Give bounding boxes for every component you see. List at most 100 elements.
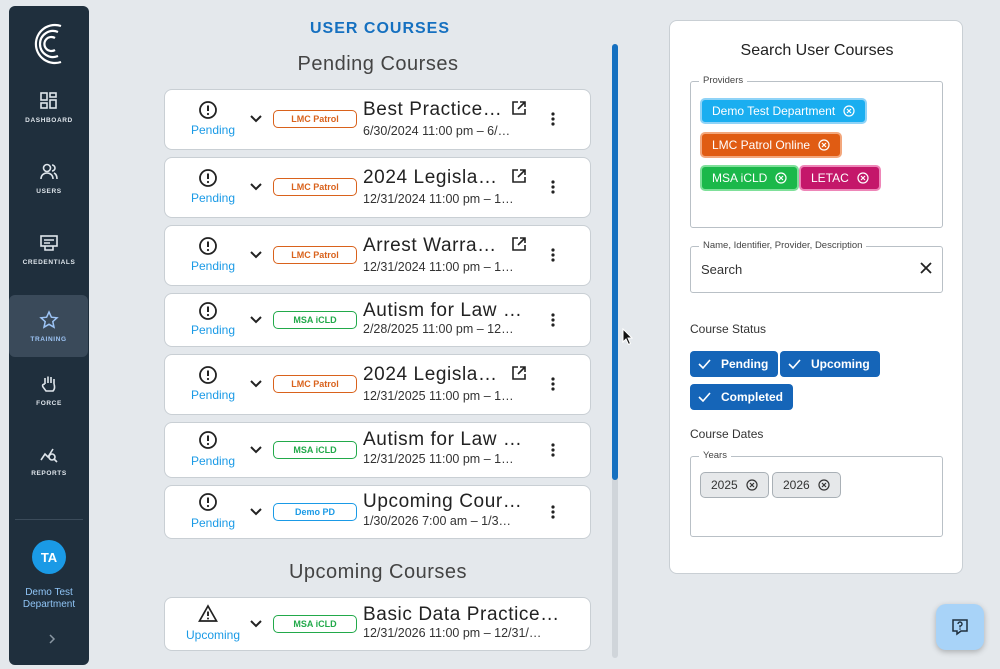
scrollbar-thumb[interactable] xyxy=(612,44,618,480)
pending-courses-heading: Pending Courses xyxy=(297,53,459,75)
years-label: Years xyxy=(699,450,731,461)
nav-training[interactable]: TRAINING xyxy=(9,295,88,357)
course-dates: 6/30/2024 11:00 pm – 6/… xyxy=(363,124,511,138)
course-card[interactable]: Pending LMC Patrol Arrest Warra… 12/31/2… xyxy=(164,225,591,286)
nav-reports-label: REPORTS xyxy=(31,469,67,477)
more-options-icon[interactable] xyxy=(545,111,561,127)
course-title[interactable]: Arrest Warra… xyxy=(363,235,505,257)
chevron-down-icon[interactable] xyxy=(249,182,263,192)
more-options-icon[interactable] xyxy=(545,179,561,195)
open-external-icon[interactable] xyxy=(511,168,527,184)
open-external-icon[interactable] xyxy=(511,100,527,116)
open-external-icon[interactable] xyxy=(511,365,527,381)
provider-chip-label: MSA iCLD xyxy=(712,171,768,185)
course-dates: 2/28/2025 11:00 pm – 12… xyxy=(363,322,514,336)
course-status-label: Course Status xyxy=(690,322,767,336)
help-icon xyxy=(952,619,968,636)
provider-chip-label: LMC Patrol Online xyxy=(712,138,811,152)
course-dates-label: Course Dates xyxy=(690,427,764,441)
course-title[interactable]: Autism for Law … xyxy=(363,429,561,451)
remove-circle-icon[interactable] xyxy=(843,105,855,117)
alert-circle-icon xyxy=(199,101,217,119)
providers-field[interactable]: Providers Demo Test Department LMC Patro… xyxy=(690,75,943,228)
chevron-down-icon[interactable] xyxy=(249,250,263,260)
course-status: Pending xyxy=(190,259,236,273)
nav-users-label: USERS xyxy=(36,187,62,195)
alert-circle-icon xyxy=(199,493,217,511)
chevron-down-icon[interactable] xyxy=(249,114,263,124)
chevron-down-icon[interactable] xyxy=(249,619,263,629)
course-status: Pending xyxy=(190,516,236,530)
course-title[interactable]: 2024 Legisla… xyxy=(363,167,505,189)
open-external-icon[interactable] xyxy=(511,236,527,252)
nav-dashboard[interactable]: DASHBOARD xyxy=(9,76,89,138)
alert-circle-icon xyxy=(199,237,217,255)
remove-circle-icon[interactable] xyxy=(746,479,758,491)
provider-badge: Demo PD xyxy=(273,503,357,521)
nav-users[interactable]: USERS xyxy=(9,147,89,209)
close-icon[interactable] xyxy=(919,261,933,275)
hand-icon xyxy=(41,376,56,392)
course-card[interactable]: Pending Demo PD Upcoming Cour… 1/30/2026… xyxy=(164,485,591,539)
sidebar: DASHBOARD USERS CREDENTIALS TRAINING FOR… xyxy=(9,6,89,665)
more-options-icon[interactable] xyxy=(545,442,561,458)
search-panel-title: Search User Courses xyxy=(740,42,894,59)
help-button[interactable] xyxy=(936,604,984,650)
course-card[interactable]: Upcoming MSA iCLD Basic Data Practice… 1… xyxy=(164,597,591,651)
nav-credentials-label: CREDENTIALS xyxy=(22,258,76,266)
course-dates: 12/31/2024 11:00 pm – 1… xyxy=(363,260,514,274)
course-title[interactable]: Upcoming Cour… xyxy=(363,491,561,513)
remove-circle-icon[interactable] xyxy=(818,479,830,491)
alert-circle-icon xyxy=(199,431,217,449)
search-placeholder: Search xyxy=(701,262,743,277)
more-options-icon[interactable] xyxy=(545,247,561,263)
more-options-icon[interactable] xyxy=(545,312,561,328)
course-card[interactable]: Pending LMC Patrol Best Practice… 6/30/2… xyxy=(164,89,591,150)
course-title[interactable]: Best Practice… xyxy=(363,99,505,121)
course-card[interactable]: Pending LMC Patrol 2024 Legisla… 12/31/2… xyxy=(164,157,591,218)
status-toggle-upcoming[interactable]: Upcoming xyxy=(780,351,880,377)
alert-circle-icon xyxy=(199,302,217,320)
course-title[interactable]: Autism for Law … xyxy=(363,300,561,322)
status-toggle-completed[interactable]: Completed xyxy=(690,384,794,410)
course-card[interactable]: Pending LMC Patrol 2024 Legisla… 12/31/2… xyxy=(164,354,591,415)
search-input[interactable]: Name, Identifier, Provider, Description … xyxy=(690,240,943,293)
provider-chip[interactable]: Demo Test Department xyxy=(700,98,868,124)
more-options-icon[interactable] xyxy=(545,376,561,392)
alert-circle-icon xyxy=(199,366,217,384)
chevron-down-icon[interactable] xyxy=(249,379,263,389)
nav-credentials[interactable]: CREDENTIALS xyxy=(9,218,89,280)
chevron-right-icon[interactable] xyxy=(47,633,57,645)
avatar[interactable]: TA xyxy=(32,540,66,574)
nav-force[interactable]: FORCE xyxy=(9,359,89,421)
provider-chip[interactable]: LETAC xyxy=(799,165,881,191)
chevron-down-icon[interactable] xyxy=(249,315,263,325)
remove-circle-icon[interactable] xyxy=(857,172,869,184)
status-toggle-pending[interactable]: Pending xyxy=(690,351,779,377)
year-chip[interactable]: 2026 xyxy=(772,472,841,498)
course-dates: 12/31/2026 11:00 pm – 12/31/… xyxy=(363,626,542,640)
years-field[interactable]: Years 2025 2026 xyxy=(690,450,943,537)
course-status: Upcoming xyxy=(185,628,241,642)
check-icon xyxy=(788,359,801,369)
app-logo[interactable] xyxy=(28,18,70,70)
provider-chip[interactable]: LMC Patrol Online xyxy=(700,132,843,158)
year-chip[interactable]: 2025 xyxy=(700,472,769,498)
course-title[interactable]: Basic Data Practice… xyxy=(363,604,561,626)
nav-reports[interactable]: REPORTS xyxy=(9,429,89,491)
course-title[interactable]: 2024 Legisla… xyxy=(363,364,505,386)
mouse-cursor-icon xyxy=(622,328,634,346)
provider-chip[interactable]: MSA iCLD xyxy=(700,165,800,191)
year-chip-label: 2025 xyxy=(711,478,738,492)
remove-circle-icon[interactable] xyxy=(775,172,787,184)
chevron-down-icon[interactable] xyxy=(249,507,263,517)
nav-training-label: TRAINING xyxy=(30,335,67,343)
course-card[interactable]: Pending MSA iCLD Autism for Law … 2/28/2… xyxy=(164,293,591,347)
remove-circle-icon[interactable] xyxy=(818,139,830,151)
course-card[interactable]: Pending MSA iCLD Autism for Law … 12/31/… xyxy=(164,422,591,478)
provider-chip-label: Demo Test Department xyxy=(712,104,836,118)
warning-triangle-icon xyxy=(198,604,218,622)
more-options-icon[interactable] xyxy=(545,504,561,520)
chevron-down-icon[interactable] xyxy=(249,445,263,455)
provider-badge: MSA iCLD xyxy=(273,615,357,633)
